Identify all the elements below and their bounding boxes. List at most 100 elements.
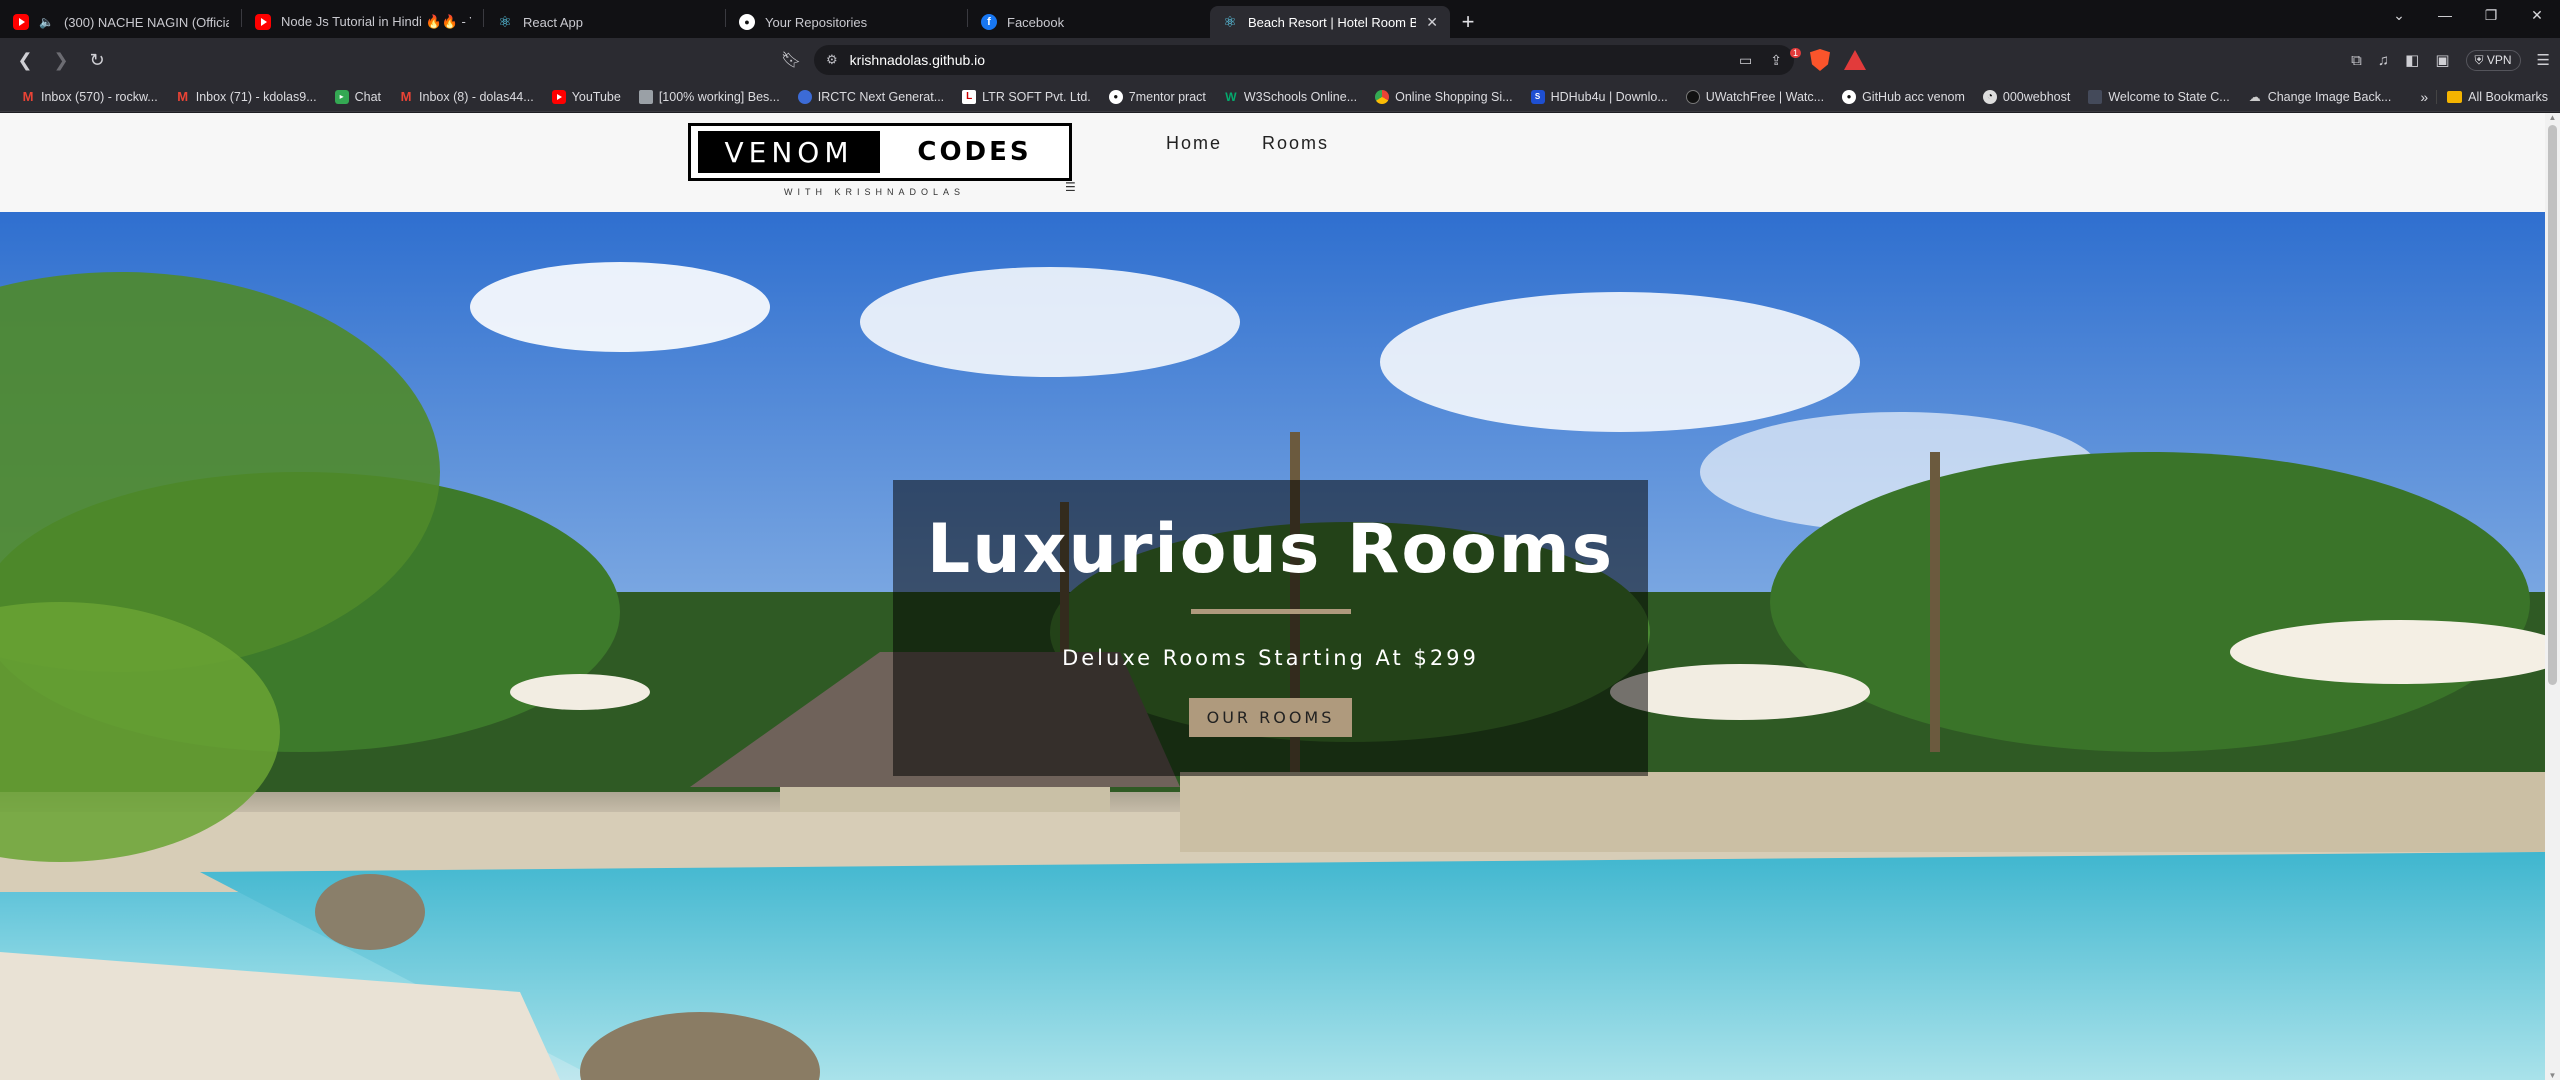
tab-repositories[interactable]: ● Your Repositories <box>727 6 967 38</box>
bookmark-label: Inbox (8) - dolas44... <box>419 89 534 104</box>
tab-search-icon[interactable]: ⌄ <box>2376 0 2422 30</box>
cast-icon[interactable]: ▭ <box>1739 52 1752 69</box>
tab-label: React App <box>523 14 583 30</box>
window-controls: ⌄ — ❐ ✕ <box>2376 0 2560 30</box>
logo-right-text: CODES <box>917 137 1032 167</box>
tab-label: Your Repositories <box>765 14 868 30</box>
cloud-icon: ☁ <box>2248 89 2261 104</box>
minimize-icon[interactable]: — <box>2422 0 2468 30</box>
tab-divider <box>725 8 726 27</box>
youtube-icon <box>255 14 271 30</box>
react-icon: ⚛ <box>498 14 512 31</box>
bookmark-item[interactable]: YouTube <box>543 85 630 109</box>
forward-button[interactable]: ❯ <box>46 45 76 75</box>
bookmark-icon[interactable]: 🔖︎ <box>778 50 804 70</box>
webhost-icon: ◔ <box>1982 89 1997 104</box>
rewards-badge: 1 <box>1790 48 1802 58</box>
bookmarks-overflow-button[interactable]: » <box>2412 89 2436 105</box>
bookmark-label: UWatchFree | Watc... <box>1705 89 1825 104</box>
scroll-down-icon[interactable]: ▼ <box>2548 1071 2557 1080</box>
bookmark-item[interactable]: UWatchFree | Watc... <box>1677 85 1833 109</box>
gmail-icon: M <box>177 89 189 104</box>
bookmark-item[interactable]: M Inbox (71) - kdolas9... <box>167 85 326 109</box>
bookmark-item[interactable]: M Inbox (8) - dolas44... <box>390 85 543 109</box>
bookmark-item[interactable]: ◔ 000webhost <box>1974 85 2079 109</box>
speaker-icon[interactable]: 🔈 <box>39 15 54 29</box>
tab-label: Facebook <box>1007 14 1065 30</box>
our-rooms-button[interactable]: OUR ROOMS <box>1188 698 1353 737</box>
menu-icon[interactable]: ☰ <box>2537 51 2550 69</box>
restore-icon[interactable]: ❐ <box>2468 0 2514 30</box>
address-text[interactable]: krishnadolas.github.io <box>850 52 1727 68</box>
tab-facebook[interactable]: f Facebook <box>969 6 1209 38</box>
bookmark-item[interactable]: M Inbox (570) - rockw... <box>12 85 167 109</box>
reload-button[interactable]: ↻ <box>82 45 112 75</box>
bookmark-item[interactable]: ● GitHub acc venom <box>1833 85 1974 109</box>
gmail-icon: M <box>400 89 412 104</box>
site-logo[interactable]: VENOM CODES <box>688 123 1072 181</box>
youtube-icon <box>13 14 29 30</box>
tab-divider <box>967 8 968 27</box>
site-info-icon[interactable]: ⚙ <box>826 52 838 68</box>
nav-link-home[interactable]: Home <box>1166 133 1222 154</box>
tab-youtube-music[interactable]: 🔈 (300) NACHE NAGIN (OfficialVid <box>1 6 241 38</box>
new-tab-button[interactable]: + <box>1450 6 1486 38</box>
bookmark-item[interactable]: L LTR SOFT Pvt. Ltd. <box>953 85 1100 109</box>
tab-label: (300) NACHE NAGIN (OfficialVid <box>63 14 229 30</box>
bookmark-label: Inbox (71) - kdolas9... <box>195 89 317 104</box>
youtube-icon <box>551 89 566 104</box>
page-icon <box>638 89 653 104</box>
bookmark-item[interactable]: W W3Schools Online... <box>1215 85 1366 109</box>
hero-title: Luxurious Rooms <box>926 510 1615 589</box>
brave-shield-icon[interactable] <box>1810 49 1830 71</box>
all-bookmarks-label: All Bookmarks <box>2468 89 2548 104</box>
bookmark-label: Change Image Back... <box>2267 89 2392 104</box>
github-icon: ● <box>739 14 755 30</box>
bookmark-item[interactable]: Online Shopping Si... <box>1366 85 1521 109</box>
tab-react-app[interactable]: ⚛ React App <box>485 6 725 38</box>
bookmark-item[interactable]: [100% working] Bes... <box>630 85 789 109</box>
bookmark-label: 7mentor pract <box>1128 89 1206 104</box>
bookmark-label: Inbox (570) - rockw... <box>41 89 158 104</box>
address-bar[interactable]: ⚙ krishnadolas.github.io ▭ ⇪ <box>814 45 1794 75</box>
bookmark-item[interactable]: ☁ Change Image Back... <box>2239 85 2401 109</box>
hero-subtitle: Deluxe Rooms Starting At $299 <box>1062 646 1479 670</box>
chrome-icon <box>1375 89 1390 104</box>
bookmarks-bar: M Inbox (570) - rockw... M Inbox (71) - kd… <box>0 82 2560 112</box>
back-button[interactable]: ❮ <box>10 45 40 75</box>
vpn-button[interactable]: ⛨ VPN <box>2465 49 2521 71</box>
bookmark-item[interactable]: ▸ Chat <box>326 85 390 109</box>
hero-section: Luxurious Rooms Deluxe Rooms Starting At… <box>0 212 2545 1080</box>
close-icon[interactable]: ✕ <box>1426 14 1438 31</box>
close-window-icon[interactable]: ✕ <box>2514 0 2560 30</box>
bookmark-item[interactable]: ● 7mentor pract <box>1100 85 1215 109</box>
brave-rewards-icon[interactable] <box>1844 50 1866 70</box>
logo-subtitle: WITH KRISHNADOLAS <box>784 187 966 197</box>
uwatch-icon <box>1685 89 1700 104</box>
scroll-up-icon[interactable]: ▲ <box>2548 113 2557 122</box>
tab-beach-resort[interactable]: ⚛ Beach Resort | Hotel Room Book ✕ <box>1210 6 1450 38</box>
wallet-icon[interactable]: ▣ <box>2435 51 2449 69</box>
bookmark-item[interactable]: S HDHub4u | Downlo... <box>1522 85 1677 109</box>
share-icon[interactable]: ⇪ <box>1770 52 1782 69</box>
scrollbar-thumb[interactable] <box>2548 125 2557 685</box>
github-icon: ● <box>1842 89 1857 104</box>
tab-strip: 🔈 (300) NACHE NAGIN (OfficialVid Node Js… <box>0 0 2560 38</box>
media-icon[interactable]: ♫ <box>2378 52 2389 69</box>
bookmark-label: 000webhost <box>2002 89 2071 104</box>
nav-link-rooms[interactable]: Rooms <box>1262 133 1329 154</box>
page-scrollbar[interactable]: ▲ ▼ <box>2545 113 2560 1080</box>
bookmark-item[interactable]: Welcome to State C... <box>2079 85 2238 109</box>
bookmark-item[interactable]: IRCTC Next Generat... <box>789 85 953 109</box>
hdhub-icon: S <box>1530 89 1545 104</box>
sidebar-icon[interactable]: ◧ <box>2405 51 2419 69</box>
all-bookmarks-button[interactable]: All Bookmarks <box>2436 89 2548 104</box>
folder-icon <box>2447 90 2463 103</box>
bookmark-label: GitHub acc venom <box>1862 89 1965 104</box>
github-icon: ● <box>1108 89 1123 104</box>
ltr-icon: L <box>962 89 977 104</box>
tab-youtube-node[interactable]: Node Js Tutorial in Hindi 🔥🔥 - You <box>243 6 483 38</box>
extensions-icon[interactable]: ⧉ <box>2351 52 2362 69</box>
irctc-icon <box>797 89 812 104</box>
nav-toggle-icon[interactable]: ☰ <box>1065 180 1076 194</box>
